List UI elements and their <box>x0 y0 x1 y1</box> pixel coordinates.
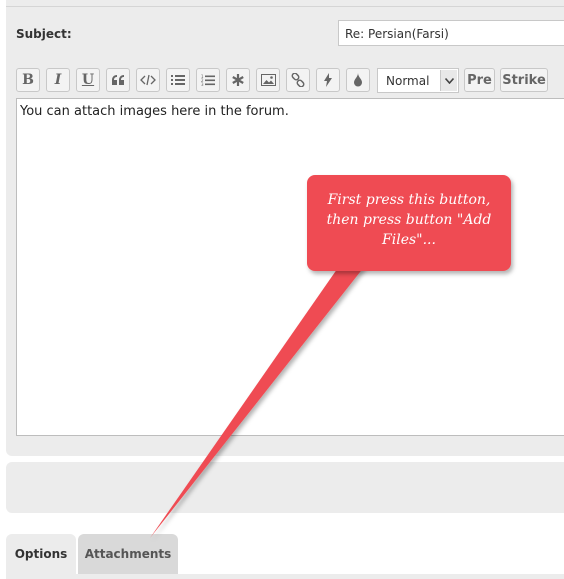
callout-pointer <box>150 262 368 538</box>
callout-line-2: then press button "Add <box>326 212 492 228</box>
callout-line-3: Files"... <box>382 232 436 248</box>
callout-line-1: First press this button, <box>327 192 491 208</box>
callout-text: First press this button, then press butt… <box>312 190 506 250</box>
callout-arrow <box>150 175 511 538</box>
